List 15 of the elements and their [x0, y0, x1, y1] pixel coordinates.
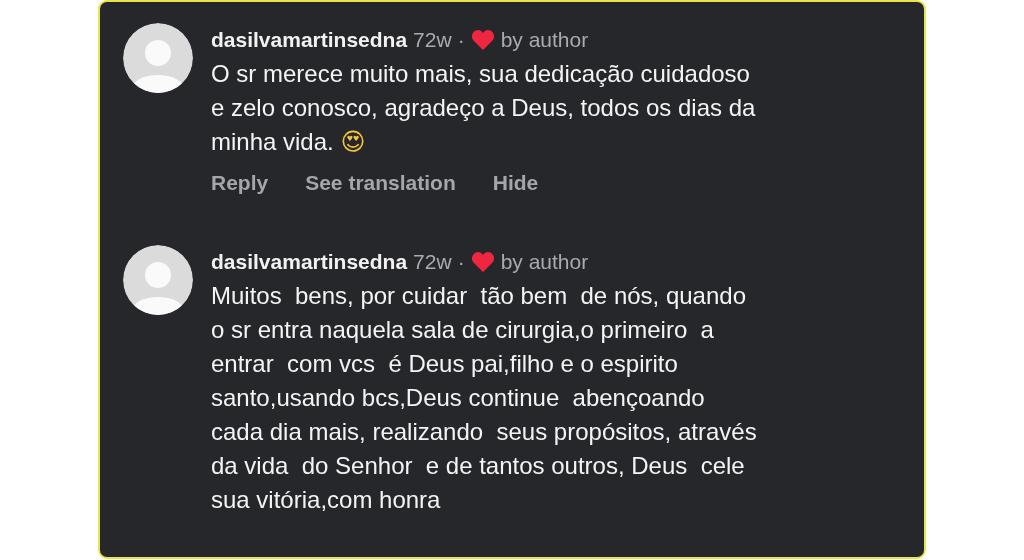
comment-time: 72w: [413, 250, 452, 274]
liked-by-author-label: by author: [500, 250, 589, 274]
liked-by-author-label: by author: [500, 28, 589, 52]
separator-dot: ·: [457, 28, 465, 52]
avatar-icon[interactable]: [123, 245, 193, 315]
username[interactable]: dasilvamartinsedna: [211, 250, 408, 274]
username[interactable]: dasilvamartinsedna: [211, 28, 408, 52]
comment-action-link[interactable]: Hide: [492, 171, 539, 195]
comment-text: O sr merece muito mais, sua dedicação cuidadoso e zelo conosco, agradeço a Deus, todos os dias da minha vida. 😍: [211, 60, 756, 155]
comment-text: Muitos bens, por cuidar tão bem de nós, quando o sr entra naquela sala de cirurgia,o primeiro a entrar com vcs é Deus pai,filho e o espirito santo,usando bcs,Deus continue abençoando cada dia mais, realizando seus propósitos, através da vida do Senhor e de tantos outros, Deus cele sua vitória,com honra: [211, 282, 757, 513]
comment-action-link[interactable]: See translation: [305, 171, 456, 195]
comment-action-link[interactable]: Reply: [211, 171, 269, 195]
avatar-icon[interactable]: [123, 23, 193, 93]
comment-time: 72w: [413, 28, 452, 52]
separator-dot: ·: [457, 250, 465, 274]
